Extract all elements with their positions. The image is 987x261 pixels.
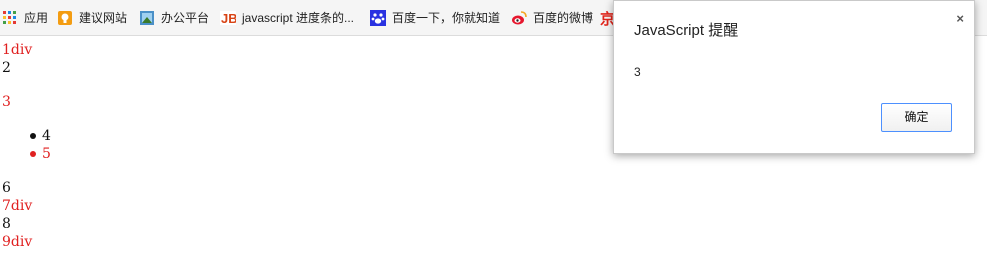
text-line-6: 6 <box>2 180 11 196</box>
baidu-paw-icon <box>370 10 386 26</box>
javascript-alert-dialog: JavaScript 提醒 × 3 确定 <box>613 0 975 154</box>
text-line-2: 2 <box>2 60 11 76</box>
office-platform-icon <box>139 10 155 26</box>
list-bullet <box>30 151 36 157</box>
list-item-5: 5 <box>42 146 51 162</box>
bookmark-office-platform[interactable]: 办公平台 <box>139 9 209 27</box>
bookmark-label: 建议网站 <box>79 11 128 25</box>
weibo-icon <box>511 10 527 26</box>
list-item-4: 4 <box>42 128 51 144</box>
dialog-title: JavaScript 提醒 <box>634 22 739 39</box>
bookmark-label: 百度的微博 <box>533 11 594 25</box>
ok-button[interactable]: 确定 <box>881 103 952 132</box>
bookmark-weibo[interactable]: 百度的微博 <box>511 9 593 27</box>
bookmark-apps[interactable]: 应用 <box>2 9 48 27</box>
bookmark-baidu[interactable]: 百度一下，你就知道 <box>370 9 500 27</box>
paragraph-line-3: 3 <box>2 94 11 110</box>
list-bullet <box>30 133 36 139</box>
div-line-1: 1div <box>2 42 33 58</box>
bookmark-label: 百度一下，你就知道 <box>392 11 501 25</box>
bookmark-label: 应用 <box>24 11 49 25</box>
svg-text:JB: JB <box>221 11 236 26</box>
suggested-sites-icon <box>57 10 73 26</box>
dialog-message: 3 <box>634 65 641 79</box>
text-line-8: 8 <box>2 216 11 232</box>
bookmark-javascript[interactable]: JB javascript 进度条的... <box>220 9 354 27</box>
close-icon[interactable]: × <box>956 11 964 26</box>
bookmark-label: javascript 进度条的... <box>242 11 355 25</box>
bookmark-suggested-sites[interactable]: 建议网站 <box>57 9 127 27</box>
div-line-7: 7div <box>2 198 33 214</box>
js-bookmark-icon: JB <box>220 10 238 26</box>
bookmark-label: 办公平台 <box>161 11 210 25</box>
apps-grid-icon <box>2 10 18 26</box>
div-line-9: 9div <box>2 234 33 250</box>
